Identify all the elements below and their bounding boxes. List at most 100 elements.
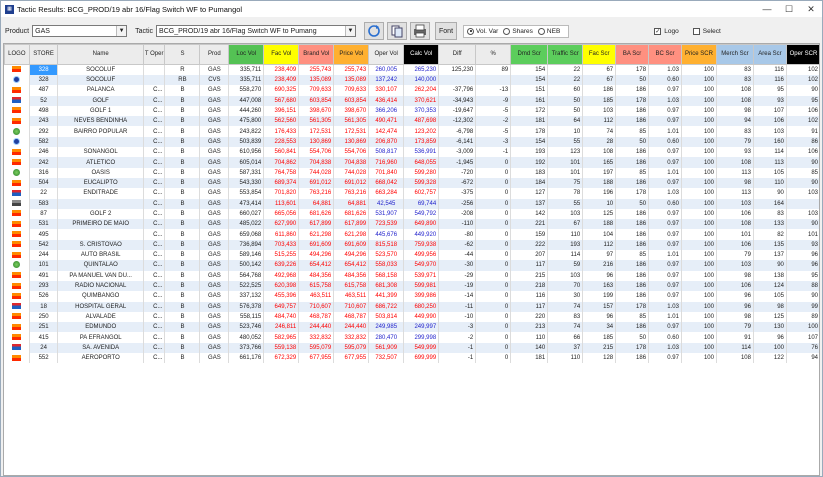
cell-operscr[interactable]: 90 bbox=[786, 85, 819, 96]
cell-dmd[interactable]: 222 bbox=[510, 239, 549, 251]
cell-dmd[interactable]: 220 bbox=[510, 311, 549, 323]
cell-dmd[interactable]: 183 bbox=[510, 167, 549, 178]
cell-oper[interactable]: 716,960 bbox=[368, 157, 405, 168]
radio-shares[interactable]: Shares bbox=[503, 27, 533, 35]
cell-price[interactable]: 621,298 bbox=[333, 229, 370, 240]
cell-pct[interactable]: 0 bbox=[475, 239, 512, 251]
cell-area[interactable]: 122 bbox=[753, 353, 787, 364]
cell-bc[interactable]: 1.03 bbox=[648, 342, 682, 354]
brand-logo-cell[interactable] bbox=[4, 219, 30, 230]
cell-merch[interactable]: 108 bbox=[716, 157, 754, 168]
table-row[interactable]: 246 SONANGOL C... B GAS 610,956 560,841 554,706… bbox=[4, 147, 819, 158]
cell-dmd[interactable]: 215 bbox=[510, 270, 549, 281]
cell-diff[interactable]: -1 bbox=[438, 353, 477, 364]
cell-brand[interactable]: 691,012 bbox=[298, 177, 335, 189]
cell-calc[interactable]: 265,230 bbox=[403, 64, 440, 75]
cell-facscr[interactable]: 197 bbox=[582, 167, 617, 178]
cell-ba[interactable]: 186 bbox=[615, 291, 650, 302]
cell-merch[interactable]: 94 bbox=[716, 116, 754, 127]
cell-ba[interactable]: 186 bbox=[615, 270, 650, 281]
check-icon[interactable]: ✓ bbox=[654, 27, 662, 35]
cell-calc[interactable]: 648,055 bbox=[403, 157, 440, 168]
cell-calc[interactable]: 549,999 bbox=[403, 342, 440, 354]
cell-bc[interactable]: 0.97 bbox=[648, 322, 682, 333]
table-row[interactable]: 487 PALANCA C... B GAS 558,270 690,325 709,633 7… bbox=[4, 85, 819, 96]
cell-dmd[interactable]: 181 bbox=[510, 353, 549, 364]
cell-loc[interactable]: 610,956 bbox=[228, 147, 265, 158]
cell-operscr[interactable]: 106 bbox=[786, 105, 819, 117]
cell-name[interactable]: EUCALIPTO bbox=[57, 177, 144, 189]
cell-prod[interactable]: GAS bbox=[199, 332, 230, 343]
cell-store[interactable]: 244 bbox=[29, 250, 59, 261]
cell-operscr[interactable]: 102 bbox=[786, 64, 819, 75]
table-row[interactable]: 244 AUTO BRASIL C... B GAS 589,146 515,255 494,… bbox=[4, 250, 819, 261]
brand-logo-cell[interactable] bbox=[4, 64, 30, 75]
cell-merch[interactable]: 98 bbox=[716, 177, 754, 189]
cell-pct[interactable]: 0 bbox=[475, 157, 512, 168]
cell-traffic[interactable]: 60 bbox=[547, 85, 584, 96]
cell-facscr[interactable]: 185 bbox=[582, 95, 617, 106]
cell-prod[interactable]: GAS bbox=[199, 167, 230, 178]
cell-prod[interactable]: GAS bbox=[199, 250, 230, 261]
cell-price[interactable]: 744,028 bbox=[333, 167, 370, 178]
cell-store[interactable]: 52 bbox=[29, 95, 59, 106]
cell-toper[interactable]: C... bbox=[143, 147, 166, 158]
cell-price[interactable]: 468,787 bbox=[333, 311, 370, 323]
cell-traffic[interactable]: 193 bbox=[547, 239, 584, 251]
cell-calc[interactable]: 140,000 bbox=[403, 75, 440, 86]
cell-operscr[interactable]: 93 bbox=[786, 239, 819, 251]
cell-ba[interactable]: 186 bbox=[615, 208, 650, 220]
cell-fac[interactable]: 562,560 bbox=[263, 116, 300, 127]
cell-operscr[interactable]: 102 bbox=[786, 116, 819, 127]
cell-brand[interactable]: 255,743 bbox=[298, 64, 335, 75]
cell-prod[interactable]: GAS bbox=[199, 322, 230, 333]
cell-price[interactable]: 617,899 bbox=[333, 219, 370, 230]
cell-ba[interactable]: 186 bbox=[615, 219, 650, 230]
cell-area[interactable]: 95 bbox=[753, 85, 787, 96]
cell-s[interactable]: B bbox=[164, 270, 201, 281]
cell-traffic[interactable]: 101 bbox=[547, 167, 584, 178]
cell-dmd[interactable]: 159 bbox=[510, 229, 549, 240]
cell-oper[interactable]: 445,676 bbox=[368, 229, 405, 240]
cell-name[interactable]: HOSPITAL GERAL bbox=[57, 301, 144, 312]
cell-bc[interactable]: 1.01 bbox=[648, 250, 682, 261]
cell-dmd[interactable]: 154 bbox=[510, 136, 549, 148]
cell-name[interactable]: SA. AVENIDA bbox=[57, 342, 144, 354]
cell-toper[interactable]: C... bbox=[143, 229, 166, 240]
cell-facscr[interactable]: 104 bbox=[582, 229, 617, 240]
cell-oper[interactable]: 206,870 bbox=[368, 136, 405, 148]
cell-oper[interactable]: 531,907 bbox=[368, 208, 405, 220]
cell-calc[interactable]: 759,938 bbox=[403, 239, 440, 251]
cell-oper[interactable]: 503,814 bbox=[368, 311, 405, 323]
brand-logo-cell[interactable] bbox=[4, 95, 30, 106]
cell-merch[interactable]: 108 bbox=[716, 85, 754, 96]
cell-store[interactable]: 526 bbox=[29, 291, 59, 302]
cell-pct[interactable]: 0 bbox=[475, 342, 512, 354]
cell-traffic[interactable]: 22 bbox=[547, 75, 584, 86]
cell-name[interactable]: RADIO NACIONAL bbox=[57, 280, 144, 292]
cell-brand[interactable]: 704,838 bbox=[298, 157, 335, 168]
minimize-button[interactable]: — bbox=[756, 4, 778, 14]
table-row[interactable]: 250 ALVALADE C... B GAS 558,115 484,740 468,787… bbox=[4, 311, 819, 323]
cell-s[interactable]: B bbox=[164, 167, 201, 178]
cell-operscr[interactable]: 101 bbox=[786, 229, 819, 240]
cell-calc[interactable]: 549,792 bbox=[403, 208, 440, 220]
cell-price[interactable]: 603,854 bbox=[333, 95, 370, 106]
cell-brand[interactable]: 621,298 bbox=[298, 229, 335, 240]
cell-s[interactable]: B bbox=[164, 157, 201, 168]
column-header-name[interactable]: Name bbox=[57, 44, 144, 65]
cell-fac[interactable]: 396,151 bbox=[263, 105, 300, 117]
cell-price[interactable]: 763,216 bbox=[333, 188, 370, 199]
cell-oper[interactable]: 137,242 bbox=[368, 75, 405, 86]
cell-toper[interactable]: C... bbox=[143, 95, 166, 106]
radio-neb[interactable]: NEB bbox=[537, 27, 560, 35]
cell-operscr[interactable]: 102 bbox=[786, 75, 819, 86]
cell-pct[interactable]: 0 bbox=[475, 291, 512, 302]
table-row[interactable]: 328 SOCOLUF RB CVS 335,711 238,409 135,089 135,… bbox=[4, 75, 819, 86]
cell-dmd[interactable]: 151 bbox=[510, 85, 549, 96]
cell-area[interactable]: 107 bbox=[753, 105, 787, 117]
cell-facscr[interactable]: 96 bbox=[582, 311, 617, 323]
cell-bc[interactable]: 1.01 bbox=[648, 311, 682, 323]
cell-price[interactable]: 494,296 bbox=[333, 250, 370, 261]
cell-name[interactable]: SOCOLUF bbox=[57, 64, 144, 75]
